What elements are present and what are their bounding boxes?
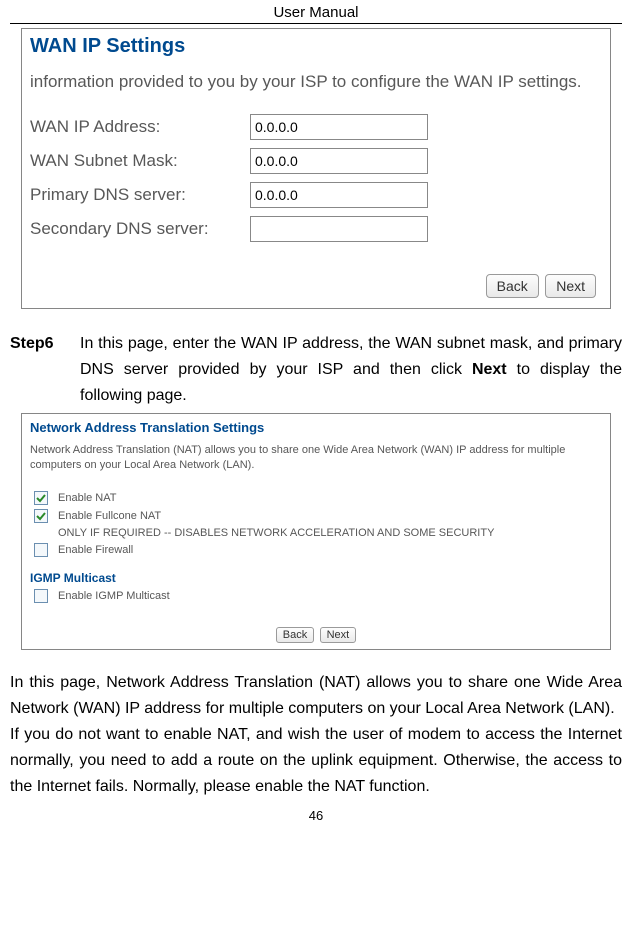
check-icon bbox=[36, 511, 46, 521]
wan-ip-address-input[interactable] bbox=[250, 114, 428, 140]
enable-firewall-row: Enable Firewall bbox=[34, 543, 602, 557]
nat-settings-screenshot: Network Address Translation Settings Net… bbox=[21, 413, 611, 650]
enable-fullcone-label: Enable Fullcone NAT bbox=[58, 510, 161, 522]
back-button[interactable]: Back bbox=[276, 627, 314, 643]
wan-ip-settings-screenshot: WAN IP Settings information provided to … bbox=[21, 28, 611, 309]
nat-title: Network Address Translation Settings bbox=[30, 420, 602, 435]
check-icon bbox=[36, 493, 46, 503]
wan-ip-address-label: WAN IP Address: bbox=[30, 117, 250, 137]
wan-ip-address-row: WAN IP Address: bbox=[30, 114, 602, 140]
secondary-dns-input[interactable] bbox=[250, 216, 428, 242]
enable-nat-row: Enable NAT bbox=[34, 491, 602, 505]
enable-igmp-checkbox[interactable] bbox=[34, 589, 48, 603]
wan-ip-title: WAN IP Settings bbox=[30, 35, 602, 58]
wan-subnet-mask-label: WAN Subnet Mask: bbox=[30, 151, 250, 171]
page-number: 46 bbox=[10, 808, 622, 823]
enable-igmp-label: Enable IGMP Multicast bbox=[58, 590, 170, 602]
nat-explain-para1: In this page, Network Address Translatio… bbox=[10, 670, 622, 722]
step6-label: Step6 bbox=[10, 331, 80, 409]
primary-dns-row: Primary DNS server: bbox=[30, 182, 602, 208]
secondary-dns-label: Secondary DNS server: bbox=[30, 219, 250, 239]
step6-text: In this page, enter the WAN IP address, … bbox=[80, 331, 622, 409]
wan-ip-info-text: information provided to you by your ISP … bbox=[30, 72, 602, 92]
igmp-subtitle: IGMP Multicast bbox=[30, 571, 602, 585]
primary-dns-input[interactable] bbox=[250, 182, 428, 208]
nat-explain-para2: If you do not want to enable NAT, and wi… bbox=[10, 722, 622, 800]
enable-igmp-row: Enable IGMP Multicast bbox=[34, 589, 602, 603]
enable-nat-checkbox[interactable] bbox=[34, 491, 48, 505]
step6-paragraph: Step6 In this page, enter the WAN IP add… bbox=[10, 331, 622, 409]
enable-firewall-checkbox[interactable] bbox=[34, 543, 48, 557]
wan-subnet-mask-input[interactable] bbox=[250, 148, 428, 174]
page-header-title: User Manual bbox=[10, 0, 622, 23]
next-button[interactable]: Next bbox=[545, 274, 596, 298]
nat-description: Network Address Translation (NAT) allows… bbox=[30, 443, 602, 473]
secondary-dns-row: Secondary DNS server: bbox=[30, 216, 602, 242]
enable-fullcone-checkbox[interactable] bbox=[34, 509, 48, 523]
wan-subnet-mask-row: WAN Subnet Mask: bbox=[30, 148, 602, 174]
wan-ip-button-row: Back Next bbox=[30, 274, 602, 298]
nat-button-row: Back Next bbox=[30, 627, 602, 643]
enable-fullcone-row: Enable Fullcone NAT bbox=[34, 509, 602, 523]
enable-firewall-label: Enable Firewall bbox=[58, 544, 133, 556]
primary-dns-label: Primary DNS server: bbox=[30, 185, 250, 205]
back-button[interactable]: Back bbox=[486, 274, 539, 298]
header-divider bbox=[10, 23, 622, 24]
enable-nat-label: Enable NAT bbox=[58, 492, 117, 504]
step6-bold-next: Next bbox=[472, 361, 507, 378]
fullcone-note: ONLY IF REQUIRED -- DISABLES NETWORK ACC… bbox=[58, 527, 602, 539]
next-button[interactable]: Next bbox=[320, 627, 357, 643]
